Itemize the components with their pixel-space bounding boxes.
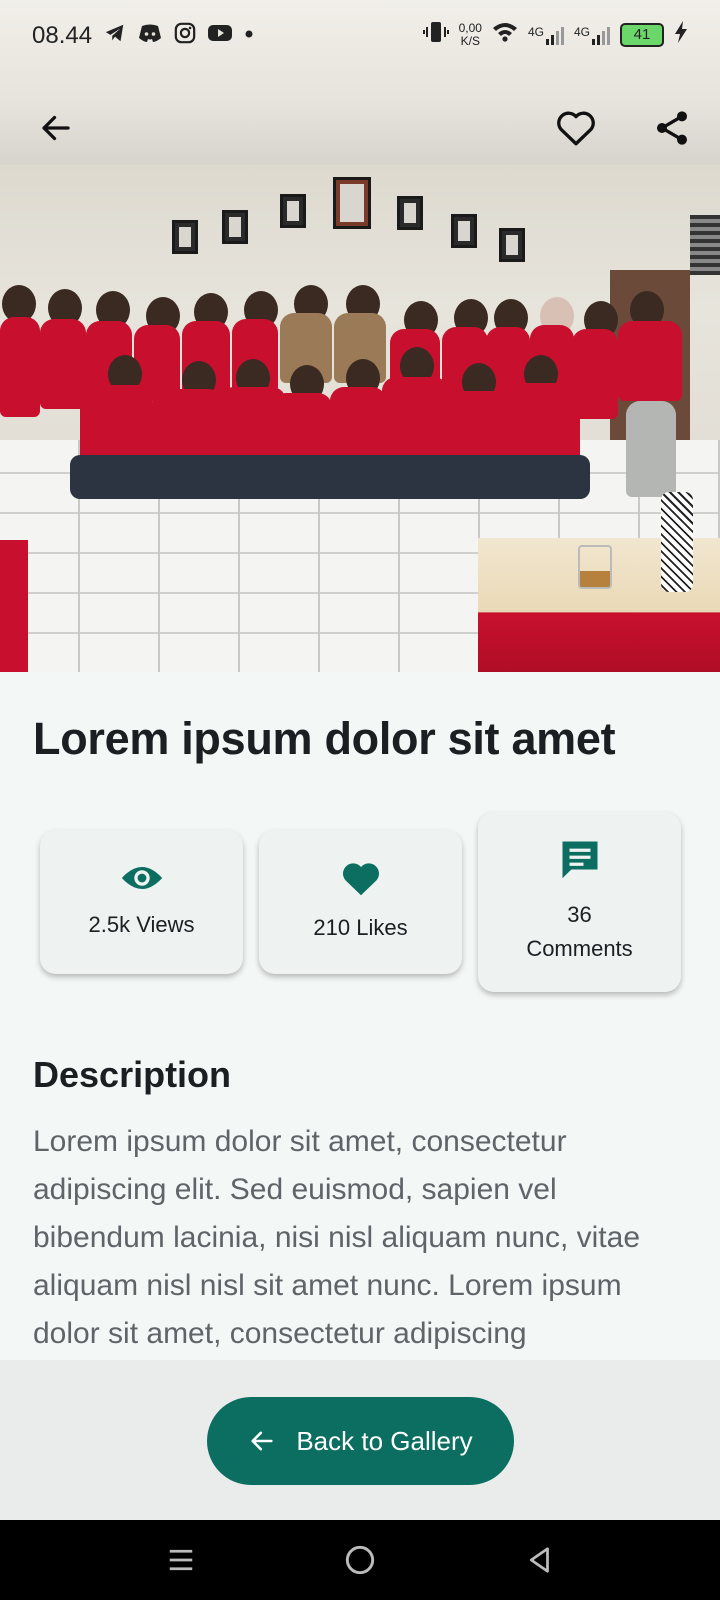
share-button[interactable] [644, 100, 700, 156]
telegram-icon [104, 22, 126, 50]
back-to-gallery-button[interactable]: Back to Gallery [207, 1397, 514, 1485]
youtube-icon [208, 22, 232, 50]
system-navigation-bar [0, 1520, 720, 1600]
discord-icon [138, 22, 162, 50]
triangle-back-icon [529, 1547, 549, 1573]
comments-card: 36 Comments [478, 812, 681, 992]
recent-apps-button[interactable] [161, 1540, 201, 1580]
dot-icon [244, 22, 254, 50]
battery-indicator: 41 [620, 22, 664, 47]
arrow-left-icon [42, 115, 70, 141]
description-text: Lorem ipsum dolor sit amet, consectetur … [33, 1125, 641, 1350]
favorite-button[interactable] [548, 100, 604, 156]
eye-icon [120, 862, 164, 894]
likes-count: 210 Likes [313, 915, 408, 940]
vibrate-icon [422, 20, 449, 49]
network-speed: 0,00 K/S [458, 20, 482, 48]
signal-1-icon: 4G [528, 25, 564, 45]
status-bar: 08.44 0,00 K/S 4G 4G 41 [0, 0, 720, 72]
back-button[interactable] [28, 100, 84, 156]
heart-icon [340, 859, 382, 897]
comment-icon [559, 838, 601, 880]
status-time: 08.44 [32, 22, 93, 49]
page-title: Lorem ipsum dolor sit amet [33, 713, 616, 764]
comments-count: 36 [567, 902, 592, 927]
instagram-icon [174, 22, 196, 50]
comments-label: Comments [526, 936, 633, 961]
heart-outline-icon [557, 111, 595, 146]
views-card: 2.5k Views [40, 830, 243, 974]
home-button[interactable] [340, 1540, 380, 1580]
likes-card: 210 Likes [259, 830, 462, 974]
circle-home-icon [345, 1545, 375, 1575]
system-status-icons: 0,00 K/S 4G 4G 41 [422, 20, 688, 49]
share-icon [657, 111, 687, 145]
views-count: 2.5k Views [88, 912, 195, 937]
signal-2-icon: 4G [574, 25, 610, 45]
system-back-button[interactable] [520, 1540, 560, 1580]
arrow-left-icon [251, 1431, 273, 1451]
group-of-people [0, 285, 690, 525]
charging-icon [674, 21, 688, 48]
notification-icons [104, 22, 254, 50]
wifi-icon [492, 21, 518, 48]
gallery-detail-screen: 08.44 0,00 K/S 4G 4G 41 Lorem ipsum dolo… [0, 0, 720, 1600]
description-heading: Description [33, 1054, 232, 1095]
back-to-gallery-label: Back to Gallery [296, 1425, 473, 1456]
menu-icon [169, 1549, 193, 1571]
hero-photo [0, 0, 720, 672]
